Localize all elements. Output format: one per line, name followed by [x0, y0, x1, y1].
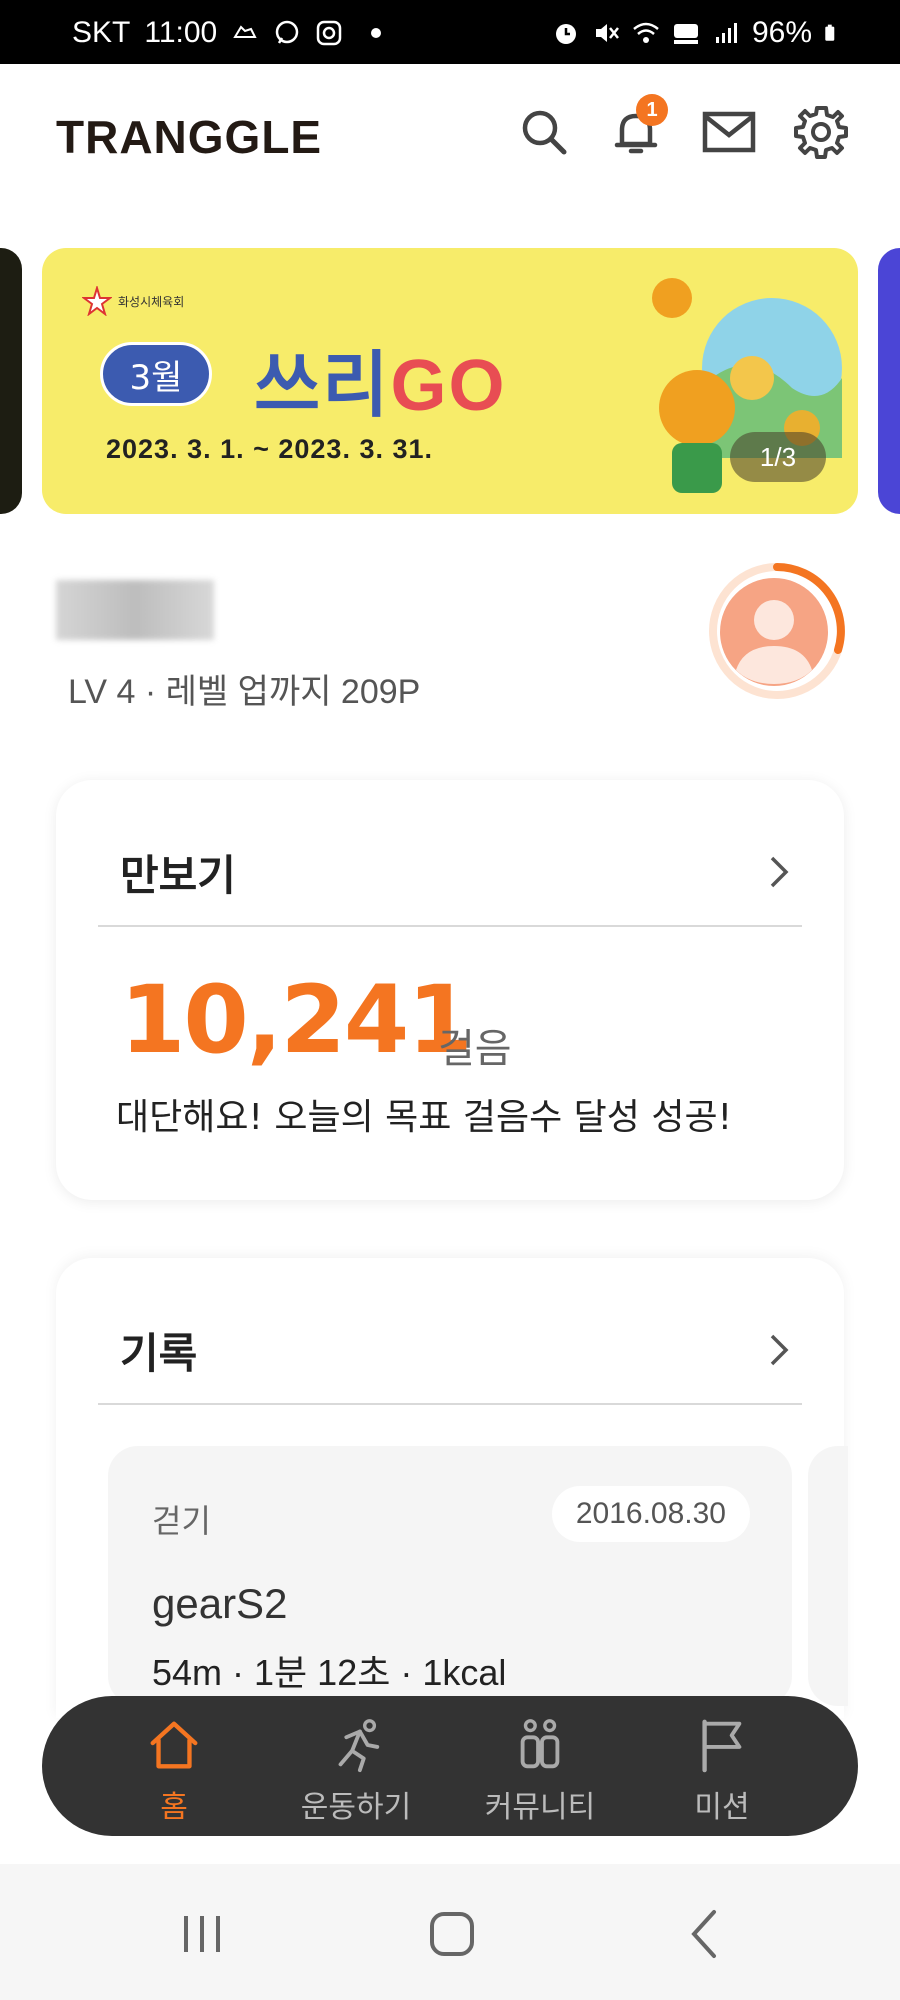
signal-icon — [715, 23, 737, 43]
banner-next-peek[interactable] — [878, 248, 900, 514]
gear-icon[interactable] — [791, 102, 851, 162]
records-divider — [98, 1403, 802, 1405]
banner-page-counter: 1/3 — [730, 432, 826, 482]
hd-voice-icon — [673, 24, 698, 44]
record-item-next-peek[interactable] — [808, 1446, 848, 1706]
banner-org-label: 화성시체육회 — [118, 294, 185, 309]
pedometer-card[interactable]: 만보기 10,241 걸음 대단해요! 오늘의 목표 걸음수 달성 성공! — [56, 780, 844, 1200]
record-type: 걷기 — [152, 1502, 211, 1540]
step-count: 10,241 — [120, 966, 473, 1075]
step-goal-message: 대단해요! 오늘의 목표 걸음수 달성 성공! — [116, 1097, 733, 1138]
notification-button[interactable]: 1 — [606, 94, 668, 162]
profile-level: LV 4 · 레벨 업까지 209P — [68, 673, 421, 711]
clock: 11:00 — [144, 16, 218, 49]
record-item[interactable]: 걷기 2016.08.30 gearS2 54m · 1분 12초 · 1kca… — [108, 1446, 792, 1706]
banner-organizer: 화성시체육회 — [82, 286, 184, 316]
flag-icon — [702, 1719, 742, 1773]
chevron-right-icon[interactable] — [766, 1330, 792, 1370]
nav-exercise[interactable]: 운동하기 — [266, 1716, 446, 1826]
instagram-icon — [316, 20, 342, 46]
nav-community-label: 커뮤니티 — [484, 1790, 596, 1825]
banner-title-main: 쓰리 — [254, 346, 391, 426]
nav-home[interactable]: 홈 — [84, 1716, 264, 1826]
banner-carousel[interactable]: 화성시체육회 3월 쓰리GO 2023. 3. 1. ~ 2023. 3. 31… — [0, 248, 900, 514]
pedometer-title: 만보기 — [120, 851, 236, 900]
avatar[interactable] — [708, 562, 846, 700]
carrier-label: SKT — [72, 16, 131, 49]
home-icon — [150, 1721, 198, 1769]
nav-mission-label: 미션 — [694, 1790, 750, 1825]
notification-dot — [371, 28, 382, 38]
bottom-nav: 홈 운동하기 커뮤니티 미션 — [42, 1696, 858, 1836]
banner-prev-peek[interactable] — [0, 248, 22, 514]
app-logo[interactable]: TRANGGLE — [56, 110, 322, 164]
notification-badge: 1 — [636, 94, 668, 126]
nav-community[interactable]: 커뮤니티 — [450, 1716, 630, 1826]
status-right: 96% — [552, 16, 842, 50]
step-unit: 걸음 — [438, 1026, 512, 1072]
app-header: TRANGGLE 1 — [0, 64, 900, 204]
status-left: SKT 11:00 — [72, 16, 382, 50]
banner-title-go: GO — [390, 346, 507, 426]
battery-icon — [825, 24, 835, 41]
battery-label: 96% — [751, 16, 812, 49]
chat-icon — [275, 20, 299, 44]
banner-title: 쓰리GO — [254, 326, 507, 431]
search-icon[interactable] — [514, 102, 574, 162]
wifi-icon — [633, 22, 659, 43]
nav-mission[interactable]: 미션 — [632, 1716, 812, 1826]
records-title: 기록 — [120, 1329, 198, 1378]
nav-home-label: 홈 — [160, 1790, 188, 1825]
record-stats: 54m · 1분 12초 · 1kcal — [152, 1652, 507, 1693]
home-button-icon[interactable] — [422, 1904, 482, 1964]
alarm-icon — [555, 24, 576, 44]
mute-icon — [595, 24, 619, 42]
back-icon[interactable] — [676, 1904, 736, 1964]
recent-apps-icon[interactable] — [172, 1904, 232, 1964]
star-logo-icon — [82, 286, 112, 316]
shoe-icon — [233, 25, 257, 38]
chevron-right-icon[interactable] — [766, 852, 792, 892]
community-icon — [520, 1719, 560, 1769]
event-banner[interactable]: 화성시체육회 3월 쓰리GO 2023. 3. 1. ~ 2023. 3. 31… — [42, 248, 858, 514]
running-icon — [338, 1719, 380, 1773]
banner-date-range: 2023. 3. 1. ~ 2023. 3. 31. — [106, 434, 433, 464]
banner-illustration — [652, 278, 842, 493]
status-bar: SKT 11:00 96% — [0, 0, 900, 64]
system-nav-bar — [0, 1864, 900, 2000]
records-card[interactable]: 기록 걷기 2016.08.30 gearS2 54m · 1분 12초 · 1… — [56, 1258, 848, 1718]
record-date: 2016.08.30 — [551, 1486, 750, 1542]
pedometer-divider — [98, 925, 802, 927]
nav-exercise-label: 운동하기 — [300, 1790, 412, 1825]
mail-icon[interactable] — [699, 102, 759, 162]
banner-month-badge: 3월 — [100, 342, 212, 406]
record-device-name: gearS2 — [152, 1580, 288, 1627]
profile-name-blurred — [56, 580, 214, 640]
